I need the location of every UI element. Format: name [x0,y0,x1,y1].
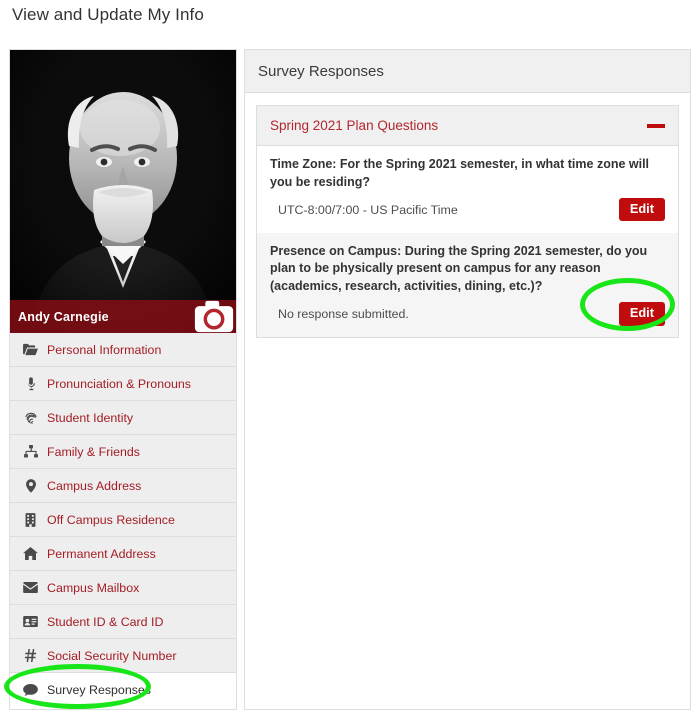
map-marker-icon [21,478,40,493]
sitemap-icon [21,445,40,458]
building-icon [21,512,40,527]
main-content-panel: Survey Responses Spring 2021 Plan Questi… [244,49,691,710]
profile-name: Andy Carnegie [18,309,109,324]
sidebar-item-label: Personal Information [47,342,162,357]
survey-question-block: Presence on Campus: During the Spring 20… [257,232,678,337]
profile-photo: Andy Carnegie [10,50,236,333]
sidebar-item-label: Permanent Address [47,546,156,561]
edit-button[interactable]: Edit [618,301,665,326]
survey-question-text: Time Zone: For the Spring 2021 semester,… [270,157,650,189]
survey-answer-text: No response submitted. [278,306,409,321]
sidebar-item-campus-mailbox[interactable]: Campus Mailbox [10,571,236,605]
profile-sidebar-panel: Andy Carnegie Personal Information Pronun… [9,49,237,710]
portrait-photo [10,50,236,333]
sidebar-item-label: Student Identity [47,410,134,425]
sidebar-item-family-friends[interactable]: Family & Friends [10,435,236,469]
page-title: View and Update My Info [12,5,204,24]
sidebar-item-permanent-address[interactable]: Permanent Address [10,537,236,571]
camera-icon[interactable] [109,300,236,333]
survey-card-header[interactable]: Spring 2021 Plan Questions [257,106,678,146]
sidebar-item-campus-address[interactable]: Campus Address [10,469,236,503]
survey-answer-text: UTC-8:00/7:00 - US Pacific Time [278,202,458,217]
sidebar-item-survey-responses[interactable]: Survey Responses [10,673,236,707]
sidebar-item-label: Family & Friends [47,444,140,459]
microphone-icon [21,376,40,391]
minus-icon[interactable] [647,123,665,128]
survey-card-body: Time Zone: For the Spring 2021 semester,… [257,146,678,337]
profile-nav-list: Personal Information Pronunciation & Pron… [10,333,236,707]
survey-answer-row: UTC-8:00/7:00 - US Pacific Time Edit [270,196,665,224]
panel-title: Survey Responses [258,62,384,80]
sidebar-item-label: Social Security Number [47,648,177,663]
fingerprint-icon [21,411,40,425]
survey-card-title: Spring 2021 Plan Questions [270,118,439,133]
survey-question-block: Time Zone: For the Spring 2021 semester,… [257,146,678,233]
sidebar-item-off-campus-residence[interactable]: Off Campus Residence [10,503,236,537]
sidebar-item-label: Off Campus Residence [47,512,175,527]
edit-button[interactable]: Edit [618,197,665,222]
home-icon [21,547,40,560]
sidebar-item-student-identity[interactable]: Student Identity [10,401,236,435]
sidebar-item-label: Pronunciation & Pronouns [47,376,191,391]
survey-question-text: Presence on Campus: During the Spring 20… [270,243,648,294]
survey-answer-row: No response submitted. Edit [270,300,665,328]
panel-body: Spring 2021 Plan Questions Time Zone: Fo… [245,93,690,350]
hashtag-icon [21,649,40,662]
profile-name-bar: Andy Carnegie [10,300,236,333]
sidebar-item-label: Campus Mailbox [47,580,140,595]
sidebar-item-pronunciation-pronouns[interactable]: Pronunciation & Pronouns [10,367,236,401]
sidebar-item-label: Survey Responses [47,683,151,697]
comment-icon [21,684,40,696]
panel-header: Survey Responses [245,50,690,93]
sidebar-item-social-security-number[interactable]: Social Security Number [10,639,236,673]
sidebar-item-label: Campus Address [47,478,142,493]
id-card-icon [21,616,40,627]
sidebar-item-student-id-card-id[interactable]: Student ID & Card ID [10,605,236,639]
envelope-icon [21,582,40,593]
sidebar-item-label: Student ID & Card ID [47,614,164,629]
folder-open-icon [21,343,40,356]
sidebar-item-personal-information[interactable]: Personal Information [10,333,236,367]
survey-card: Spring 2021 Plan Questions Time Zone: Fo… [256,105,679,338]
